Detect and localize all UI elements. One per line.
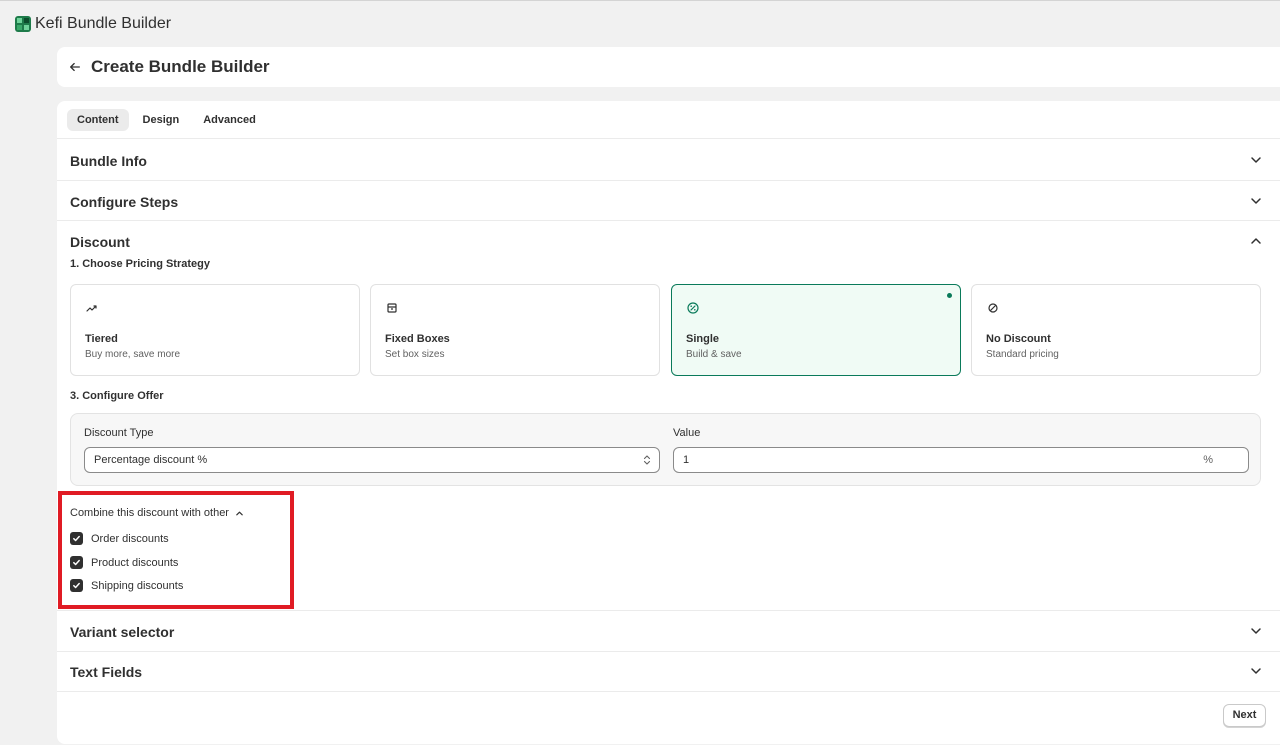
checkbox-checked[interactable] <box>70 579 83 592</box>
tab-bar: Content Design Advanced <box>67 109 266 131</box>
combine-discounts-label: Combine this discount with other <box>70 507 229 519</box>
value-text: 1 <box>683 454 690 466</box>
kefi-logo-icon <box>15 16 31 32</box>
checkbox-label: Product discounts <box>91 556 179 569</box>
chevron-down-icon[interactable] <box>1250 154 1262 166</box>
section-configure-steps-title[interactable]: Configure Steps <box>70 194 178 210</box>
strategy-title: No Discount <box>986 333 1051 345</box>
strategy-card-no-discount[interactable]: No Discount Standard pricing <box>971 284 1261 376</box>
chevron-down-icon[interactable] <box>1250 625 1262 637</box>
checkbox-label: Order discounts <box>91 532 169 545</box>
discount-type-label: Discount Type <box>84 427 154 439</box>
checkmark-icon <box>73 559 80 566</box>
divider <box>57 691 1280 692</box>
checkmark-icon <box>73 582 80 589</box>
pricing-strategy-heading: 1. Choose Pricing Strategy <box>70 258 210 270</box>
checkmark-icon <box>73 535 80 542</box>
discount-type-value: Percentage discount % <box>94 454 208 466</box>
arrow-left-icon <box>70 62 80 72</box>
divider <box>57 610 1280 611</box>
checkbox-product-discounts[interactable]: Product discounts <box>70 556 178 569</box>
value-suffix: % <box>1203 454 1213 466</box>
top-bar: Kefi Bundle Builder <box>0 1 1280 47</box>
offer-config-panel: Discount Type Percentage discount % Valu… <box>70 413 1261 486</box>
divider <box>57 180 1280 181</box>
divider <box>57 651 1280 652</box>
strategy-subtitle: Set box sizes <box>385 349 445 360</box>
discount-badge-icon <box>687 302 699 314</box>
divider <box>57 138 1280 139</box>
checkbox-label: Shipping discounts <box>91 579 184 592</box>
strategy-subtitle: Build & save <box>686 349 742 360</box>
discount-type-select[interactable]: Percentage discount % <box>84 447 660 473</box>
section-text-fields-title[interactable]: Text Fields <box>70 664 142 680</box>
value-input[interactable]: 1 % <box>673 447 1249 473</box>
strategy-title: Tiered <box>85 333 118 345</box>
combine-discounts-toggle[interactable]: Combine this discount with other <box>70 507 244 519</box>
select-arrows-icon <box>643 455 651 465</box>
checkbox-checked[interactable] <box>70 556 83 569</box>
section-bundle-info-title[interactable]: Bundle Info <box>70 153 147 169</box>
strategy-subtitle: Standard pricing <box>986 349 1059 360</box>
strategy-title: Single <box>686 333 720 345</box>
divider <box>57 220 1280 221</box>
strategy-card-single[interactable]: Single Build & save <box>671 284 961 376</box>
strategy-title: Fixed Boxes <box>385 333 450 345</box>
value-label: Value <box>673 427 701 439</box>
checkbox-checked[interactable] <box>70 532 83 545</box>
trending-up-icon <box>86 305 97 312</box>
app-title: Kefi Bundle Builder <box>35 15 172 32</box>
strategy-card-tiered[interactable]: Tiered Buy more, save more <box>70 284 360 376</box>
main-card: Content Design Advanced Bundle Info Conf… <box>57 101 1280 744</box>
section-variant-selector-title[interactable]: Variant selector <box>70 624 174 640</box>
section-discount-title[interactable]: Discount <box>70 234 130 250</box>
checkbox-order-discounts[interactable]: Order discounts <box>70 532 169 545</box>
checkbox-shipping-discounts[interactable]: Shipping discounts <box>70 579 183 592</box>
no-entry-icon <box>988 303 998 313</box>
chevron-up-icon[interactable] <box>1250 235 1262 247</box>
tab-content[interactable]: Content <box>67 109 129 131</box>
chevron-up-icon <box>236 511 243 515</box>
page-header: Create Bundle Builder <box>57 47 1280 87</box>
box-icon <box>387 303 397 313</box>
strategy-card-fixed-boxes[interactable]: Fixed Boxes Set box sizes <box>370 284 660 376</box>
configure-offer-heading: 3. Configure Offer <box>70 390 164 402</box>
chevron-down-icon[interactable] <box>1250 665 1262 677</box>
selected-indicator <box>947 293 952 298</box>
strategy-subtitle: Buy more, save more <box>85 349 181 360</box>
tab-design[interactable]: Design <box>133 109 190 131</box>
page-title: Create Bundle Builder <box>91 57 270 76</box>
tab-advanced[interactable]: Advanced <box>193 109 266 131</box>
back-button[interactable] <box>69 60 83 74</box>
chevron-down-icon[interactable] <box>1250 195 1262 207</box>
next-button[interactable]: Next <box>1223 704 1266 727</box>
